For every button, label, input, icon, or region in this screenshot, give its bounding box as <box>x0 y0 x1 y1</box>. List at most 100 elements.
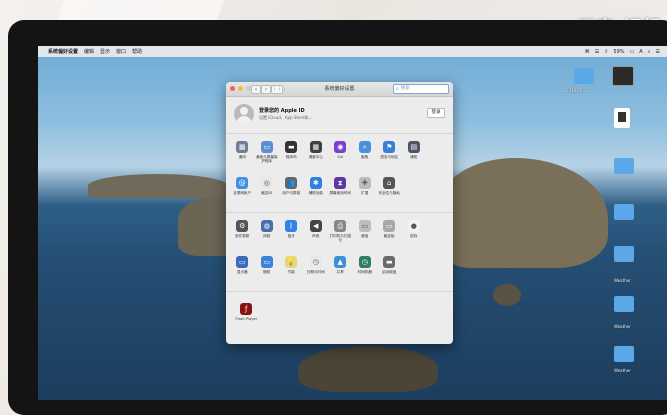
pref-sound[interactable]: ◀ 声音 <box>304 217 329 253</box>
pref-internet-accounts[interactable]: @ 互联网帐户 <box>230 174 255 210</box>
status-icon[interactable]: ⇧ <box>604 49 608 55</box>
pref-spotlight[interactable]: ⌕ 聚焦 <box>353 138 378 174</box>
pref-label: 打印机与扫描仪 <box>329 234 352 243</box>
pref-mouse[interactable]: ● 鼠标 <box>402 217 427 253</box>
folder-icon[interactable] <box>574 68 594 84</box>
pref-extensions[interactable]: ✚ 扩展 <box>353 174 378 210</box>
pref-trackpad[interactable]: ▭ 触控板 <box>377 217 402 253</box>
pref-label: 蓝牙 <box>287 234 295 238</box>
menu-item-edit[interactable]: 编辑 <box>84 48 94 55</box>
pref-date-time[interactable]: ◷ 日期与时间 <box>304 253 329 289</box>
wifi-icon[interactable]: ☰ <box>595 49 599 55</box>
pref-sidecar[interactable]: ▭ 随航 <box>255 253 280 289</box>
pref-software-update[interactable]: ⚙ 软件更新 <box>230 217 255 253</box>
folder-icon[interactable] <box>614 204 634 220</box>
pref-startup-disk[interactable]: ▬ 启动磁盘 <box>377 253 402 289</box>
pref-bluetooth[interactable]: ᛒ 蓝牙 <box>279 217 304 253</box>
printers-icon: ⎙ <box>334 220 347 232</box>
pref-screen-time[interactable]: ⧗ 屏幕使用时间 <box>328 174 353 210</box>
pref-touch-id[interactable]: ◎ 触控ID <box>255 174 280 210</box>
software-update-icon: ⚙ <box>236 220 249 232</box>
menu-app-name[interactable]: 系统偏好设置 <box>48 48 78 55</box>
prefs-row: ▦ 通用 ▭ 桌面与屏幕保护程序 ▬ 程序坞 ▦ 调度中心 ◉ Siri ⌕ 聚焦 ⚑ 语言与地区 ▤ 通知 <box>226 138 453 174</box>
pref-language[interactable]: ⚑ 语言与地区 <box>377 138 402 174</box>
prefs-row: ƒ Flash Player <box>230 300 453 336</box>
pref-label: 鼠标 <box>410 234 418 238</box>
desktop-item-label: Weather <box>614 278 631 283</box>
menu-item-help[interactable]: 帮助 <box>132 48 142 55</box>
startup-disk-icon: ▬ <box>383 256 396 268</box>
menu-bar: 系统偏好设置 编辑 显示 窗口 帮助 ⌘ ☰ ⇧ 59% ▭ A ⌕ ☰ <box>38 46 667 57</box>
pref-label: 日期与时间 <box>306 270 325 274</box>
spotlight-icon[interactable]: ⌕ <box>648 49 651 55</box>
wallpaper-island <box>88 174 228 198</box>
window-titlebar[interactable]: ‹ › ⋮⋮⋮ 系统偏好设置 ⌕ 搜索 <box>226 82 453 97</box>
pref-notifications[interactable]: ▤ 通知 <box>402 138 427 174</box>
input-source-icon[interactable]: A <box>639 49 642 55</box>
pref-sharing[interactable]: ▲ 共享 <box>328 253 353 289</box>
menu-item-view[interactable]: 显示 <box>100 48 110 55</box>
pref-label: 用户与群组 <box>282 191 301 195</box>
folder-icon[interactable] <box>614 346 634 362</box>
search-field[interactable]: ⌕ 搜索 <box>393 84 449 94</box>
pref-security[interactable]: ⌂ 安全性与隐私 <box>377 174 402 210</box>
pref-flash-player[interactable]: ƒ Flash Player <box>234 300 259 336</box>
desktop-screen: 系统偏好设置 编辑 显示 窗口 帮助 ⌘ ☰ ⇧ 59% ▭ A ⌕ ☰ 201… <box>38 46 667 400</box>
battery-percent[interactable]: 59% <box>613 49 624 55</box>
folder-icon[interactable] <box>614 246 634 262</box>
extensions-icon: ✚ <box>358 177 371 189</box>
menu-item-window[interactable]: 窗口 <box>116 48 126 55</box>
pref-label: 屏幕使用时间 <box>329 191 352 195</box>
status-icon[interactable]: ⌘ <box>585 49 590 55</box>
pref-energy[interactable]: 💡 节能 <box>279 253 304 289</box>
desktop-item-label: Weather <box>614 324 631 329</box>
pref-general[interactable]: ▦ 通用 <box>230 138 255 174</box>
time-machine-icon: ◷ <box>358 256 371 268</box>
pref-time-machine[interactable]: ◷ 时间机器 <box>353 253 378 289</box>
siri-icon: ◉ <box>334 141 347 153</box>
pref-label: 互联网帐户 <box>233 191 252 195</box>
pref-label: 显示器 <box>236 270 248 274</box>
general-icon: ▦ <box>236 141 249 153</box>
prefs-row: ⚙ 软件更新 ◍ 网络 ᛒ 蓝牙 ◀ 声音 ⎙ 打印机与扫描仪 ▭ 键盘 ▭ 触控板 ● 鼠标 <box>226 217 453 253</box>
mission-control-icon: ▦ <box>309 141 322 153</box>
desktop-item-label: 20191203 <box>566 88 587 93</box>
pref-desktop[interactable]: ▭ 桌面与屏幕保护程序 <box>255 138 280 174</box>
language-icon: ⚑ <box>383 141 396 153</box>
login-button[interactable]: 登录 <box>427 108 445 118</box>
pref-network[interactable]: ◍ 网络 <box>255 217 280 253</box>
pref-displays[interactable]: ▭ 显示器 <box>230 253 255 289</box>
pref-accessibility[interactable]: ✱ 辅助功能 <box>304 174 329 210</box>
pref-dock[interactable]: ▬ 程序坞 <box>279 138 304 174</box>
pref-label: 安全性与隐私 <box>378 191 401 195</box>
sidecar-icon: ▭ <box>260 256 273 268</box>
document-icon[interactable] <box>614 108 630 128</box>
screenshot-thumbnail-icon[interactable] <box>612 66 634 86</box>
accessibility-icon: ✱ <box>309 177 322 189</box>
pref-siri[interactable]: ◉ Siri <box>328 138 353 174</box>
pref-label: 聚焦 <box>361 155 369 159</box>
pref-label: 通知 <box>410 155 418 159</box>
pref-label: 节能 <box>287 270 295 274</box>
avatar[interactable] <box>234 104 254 124</box>
pref-keyboard[interactable]: ▭ 键盘 <box>353 217 378 253</box>
pref-label: Flash Player <box>235 317 258 321</box>
sound-icon: ◀ <box>309 220 322 232</box>
wallpaper-island <box>298 346 438 392</box>
battery-icon[interactable]: ▭ <box>630 49 635 55</box>
pref-label: 扩展 <box>361 191 369 195</box>
pref-users-groups[interactable]: 👥 用户与群组 <box>279 174 304 210</box>
pref-label: 调度中心 <box>308 155 323 159</box>
folder-icon[interactable] <box>614 296 634 312</box>
pref-label: 键盘 <box>361 234 369 238</box>
pref-label: 时间机器 <box>357 270 372 274</box>
pref-mission-control[interactable]: ▦ 调度中心 <box>304 138 329 174</box>
touch-id-icon: ◎ <box>260 177 273 189</box>
pref-label: 辅助功能 <box>308 191 323 195</box>
folder-icon[interactable] <box>614 158 634 174</box>
pref-label: 语言与地区 <box>380 155 399 159</box>
pref-label: 网络 <box>263 234 271 238</box>
pref-label: Siri <box>337 155 344 159</box>
pref-printers[interactable]: ⎙ 打印机与扫描仪 <box>328 217 353 253</box>
notification-center-icon[interactable]: ☰ <box>656 49 660 55</box>
